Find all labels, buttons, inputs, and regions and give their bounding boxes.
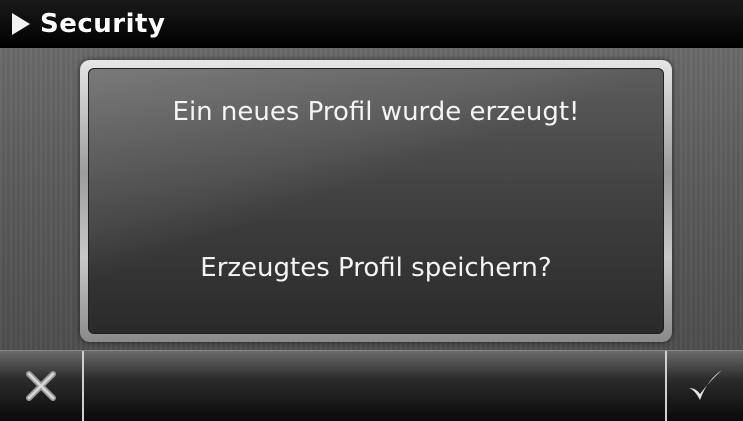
dialog-body: Ein neues Profil wurde erzeugt! Erzeugte… bbox=[88, 68, 664, 334]
close-x-icon bbox=[26, 371, 56, 401]
confirm-button[interactable] bbox=[665, 351, 743, 421]
dialog-question: Erzeugtes Profil speichern? bbox=[200, 253, 552, 283]
cancel-button[interactable] bbox=[0, 351, 84, 421]
page-title: Security bbox=[40, 9, 166, 39]
checkmark-icon bbox=[689, 370, 722, 400]
dialog: Ein neues Profil wurde erzeugt! Erzeugte… bbox=[80, 60, 672, 342]
dialog-message: Ein neues Profil wurde erzeugt! bbox=[172, 97, 580, 127]
app-screen: Security Ein neues Profil wurde erzeugt!… bbox=[0, 0, 743, 421]
header-bar: Security bbox=[0, 0, 743, 48]
bottom-action-bar bbox=[0, 350, 743, 421]
play-arrow-icon bbox=[12, 13, 30, 35]
